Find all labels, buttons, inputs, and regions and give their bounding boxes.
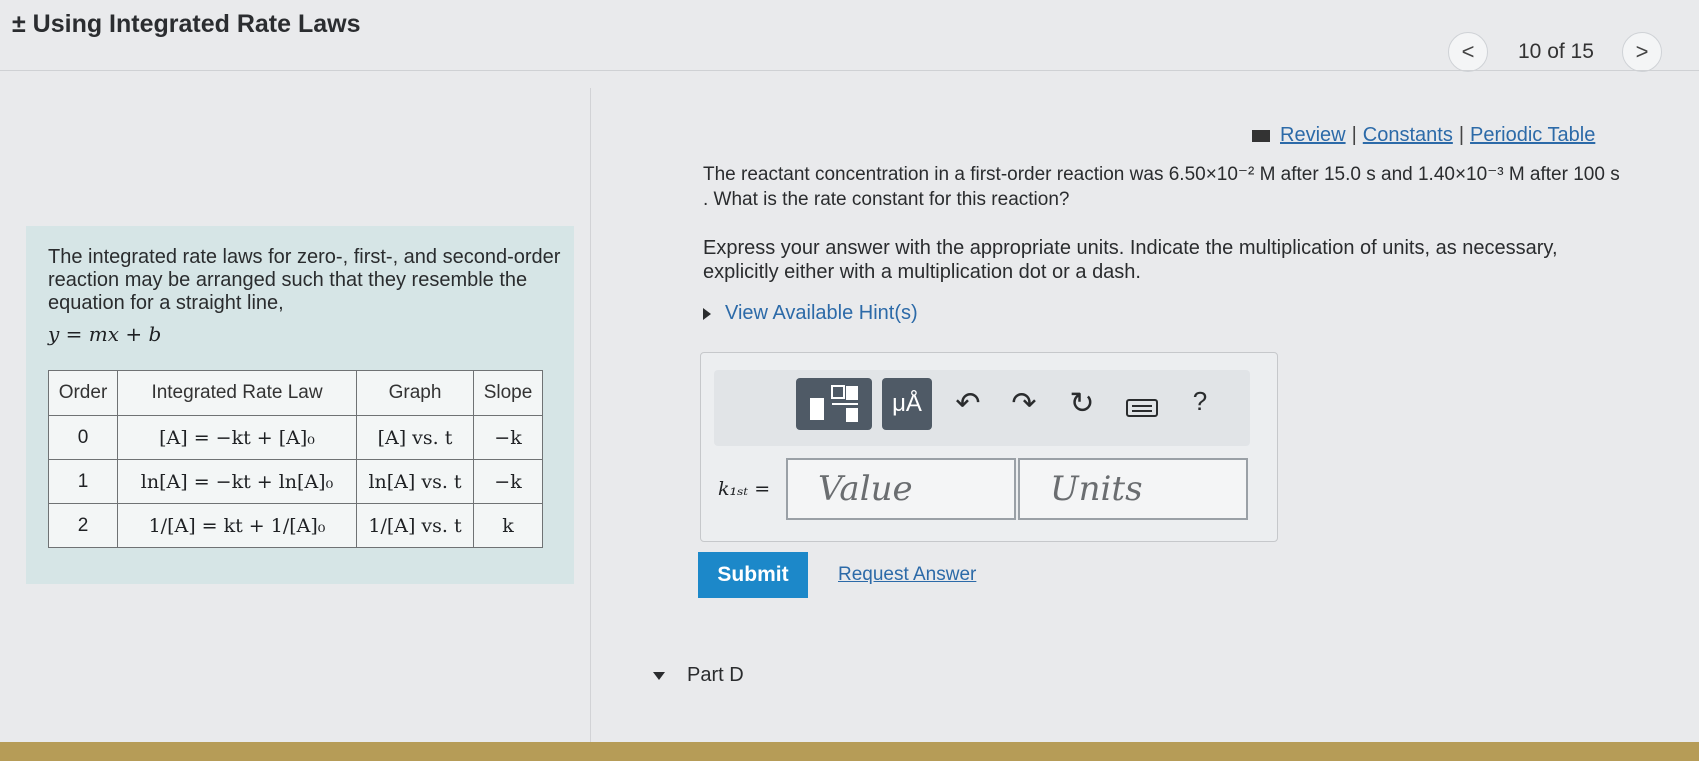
- request-answer-link[interactable]: Request Answer: [838, 564, 976, 586]
- fraction-template-icon: [810, 385, 858, 422]
- table-header-row: Order Integrated Rate Law Graph Slope: [48, 370, 543, 416]
- page-counter: 10 of 15: [1518, 40, 1594, 63]
- column-header: Slope: [473, 370, 543, 416]
- periodic-table-link[interactable]: Periodic Table: [1470, 124, 1595, 146]
- caret-right-icon: [703, 307, 711, 320]
- redo-icon[interactable]: ↷: [1006, 386, 1042, 421]
- pane-divider: [590, 88, 591, 743]
- part-d-toggle[interactable]: Part D: [653, 664, 744, 687]
- column-header: Order: [48, 370, 118, 416]
- link-separator: |: [1351, 124, 1357, 146]
- order-cell: 2: [48, 503, 118, 548]
- undo-icon[interactable]: ↶: [950, 386, 986, 421]
- link-separator: |: [1458, 124, 1465, 146]
- slope-cell: −k: [473, 415, 543, 460]
- graph-cell: ln[A] vs. t: [356, 459, 474, 504]
- law-cell: ln[A] = −kt + ln[A]₀: [117, 459, 357, 504]
- header-divider: [0, 70, 1699, 71]
- column-header: Graph: [356, 370, 474, 416]
- column-header: Integrated Rate Law: [117, 370, 357, 416]
- review-link[interactable]: Review: [1280, 124, 1346, 146]
- chevron-left-icon: <: [1461, 39, 1475, 64]
- book-icon: [1252, 129, 1270, 142]
- graph-cell: 1/[A] vs. t: [356, 503, 474, 548]
- law-cell: [A] = −kt + [A]₀: [117, 415, 357, 460]
- slope-cell: −k: [473, 459, 543, 504]
- table-row: 2 1/[A] = kt + 1/[A]₀ 1/[A] vs. t k: [48, 503, 543, 548]
- bottom-strip: [0, 742, 1699, 761]
- answer-instructions: Express your answer with the appropriate…: [703, 237, 1558, 283]
- units-input[interactable]: Units: [1018, 458, 1248, 520]
- slope-cell: k: [473, 503, 543, 548]
- resource-links: Review | Constants | Periodic Table: [1252, 124, 1595, 147]
- question-text: The reactant concentration in a first-or…: [703, 164, 1620, 210]
- submit-button[interactable]: Submit: [698, 552, 808, 598]
- hints-label: View Available Hint(s): [725, 302, 918, 324]
- rate-law-table: Order Integrated Rate Law Graph Slope 0 …: [48, 370, 543, 548]
- line-equation: y = mx + b: [48, 322, 162, 346]
- units-button[interactable]: μÅ: [882, 378, 932, 430]
- reset-icon[interactable]: ↻: [1064, 386, 1100, 421]
- graph-cell: [A] vs. t: [356, 415, 474, 460]
- table-row: 0 [A] = −kt + [A]₀ [A] vs. t −k: [48, 415, 543, 460]
- help-icon[interactable]: ?: [1182, 386, 1218, 417]
- intro-text: The integrated rate laws for zero-, firs…: [48, 246, 561, 314]
- page-title: ± Using Integrated Rate Laws: [12, 10, 361, 38]
- previous-button[interactable]: <: [1448, 32, 1488, 72]
- next-button[interactable]: >: [1622, 32, 1662, 72]
- law-cell: 1/[A] = kt + 1/[A]₀: [117, 503, 357, 548]
- templates-button[interactable]: [796, 378, 872, 430]
- constants-link[interactable]: Constants: [1363, 124, 1453, 146]
- answer-label: k₁ₛₜ =: [718, 478, 771, 500]
- order-cell: 1: [48, 459, 118, 504]
- view-hints-toggle[interactable]: View Available Hint(s): [703, 302, 918, 325]
- order-cell: 0: [48, 415, 118, 460]
- value-input[interactable]: Value: [786, 458, 1016, 520]
- keyboard-icon[interactable]: [1124, 392, 1160, 426]
- table-row: 1 ln[A] = −kt + ln[A]₀ ln[A] vs. t −k: [48, 459, 543, 504]
- chevron-right-icon: >: [1635, 39, 1649, 64]
- part-d-label: Part D: [687, 664, 744, 686]
- math-toolbar: μÅ ↶ ↷ ↻ ?: [714, 370, 1250, 446]
- caret-down-icon: [653, 671, 665, 680]
